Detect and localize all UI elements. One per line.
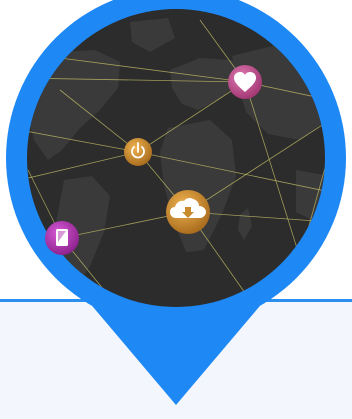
map-pin-illustration <box>6 0 346 405</box>
tablet-icon <box>56 229 68 246</box>
tablet-node <box>45 221 79 255</box>
cloud-download-node <box>166 190 210 234</box>
heart-node <box>228 65 262 99</box>
illustration <box>0 0 352 419</box>
power-node <box>124 138 152 166</box>
